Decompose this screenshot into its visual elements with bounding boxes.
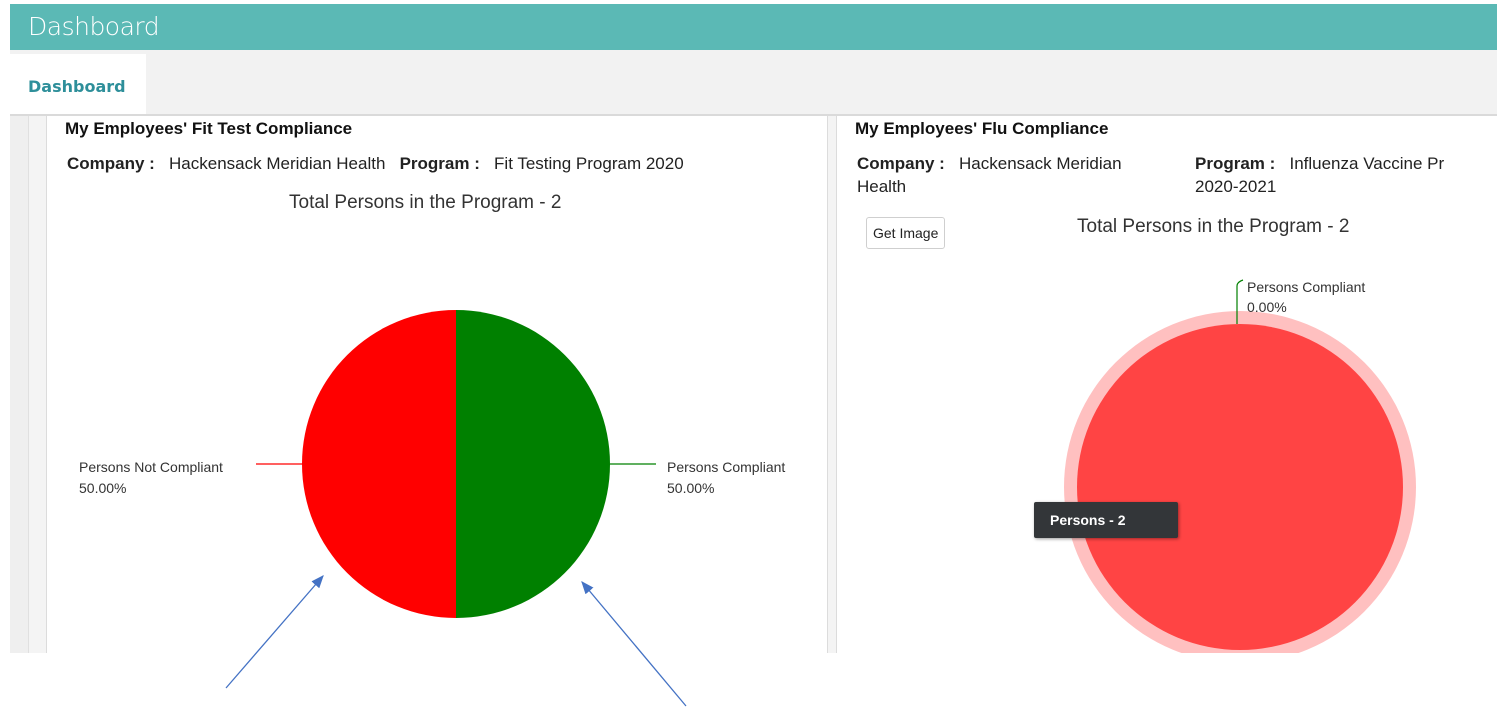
app-header: Dashboard: [10, 4, 1497, 50]
app-title: Dashboard: [28, 12, 160, 41]
flu-pie-chart: Persons Compliant 0.00%: [1064, 279, 1416, 653]
tab-bar: Dashboard: [10, 50, 1497, 116]
tooltip-text: Persons - 2: [1050, 512, 1126, 528]
flu-panel: My Employees' Flu Compliance Company : H…: [836, 116, 1497, 653]
label-compliant-name: Persons Compliant: [1247, 279, 1365, 295]
dashboard-content: My Employees' Fit Test Compliance Compan…: [10, 116, 1497, 653]
label-compliant-pct: 0.00%: [1247, 299, 1287, 315]
sidebar-strip: [10, 116, 29, 653]
label-compliant-pct: 50.00%: [667, 480, 714, 496]
fit-test-panel: My Employees' Fit Test Compliance Compan…: [46, 116, 828, 653]
pie-slice-not-compliant[interactable]: [1077, 324, 1403, 650]
fit-pie-chart: Persons Compliant 50.00% Persons Not Com…: [79, 310, 785, 618]
tab-dashboard[interactable]: Dashboard: [10, 54, 146, 114]
label-compliant-name: Persons Compliant: [667, 459, 785, 475]
label-not-compliant-name: Persons Not Compliant: [79, 459, 223, 475]
chart-tooltip: Persons - 2: [1034, 502, 1178, 538]
pie-slice-compliant[interactable]: [456, 310, 610, 618]
label-not-compliant-pct: 50.00%: [79, 480, 126, 496]
pie-slice-not-compliant[interactable]: [302, 310, 456, 618]
tab-dashboard-label: Dashboard: [28, 77, 126, 96]
